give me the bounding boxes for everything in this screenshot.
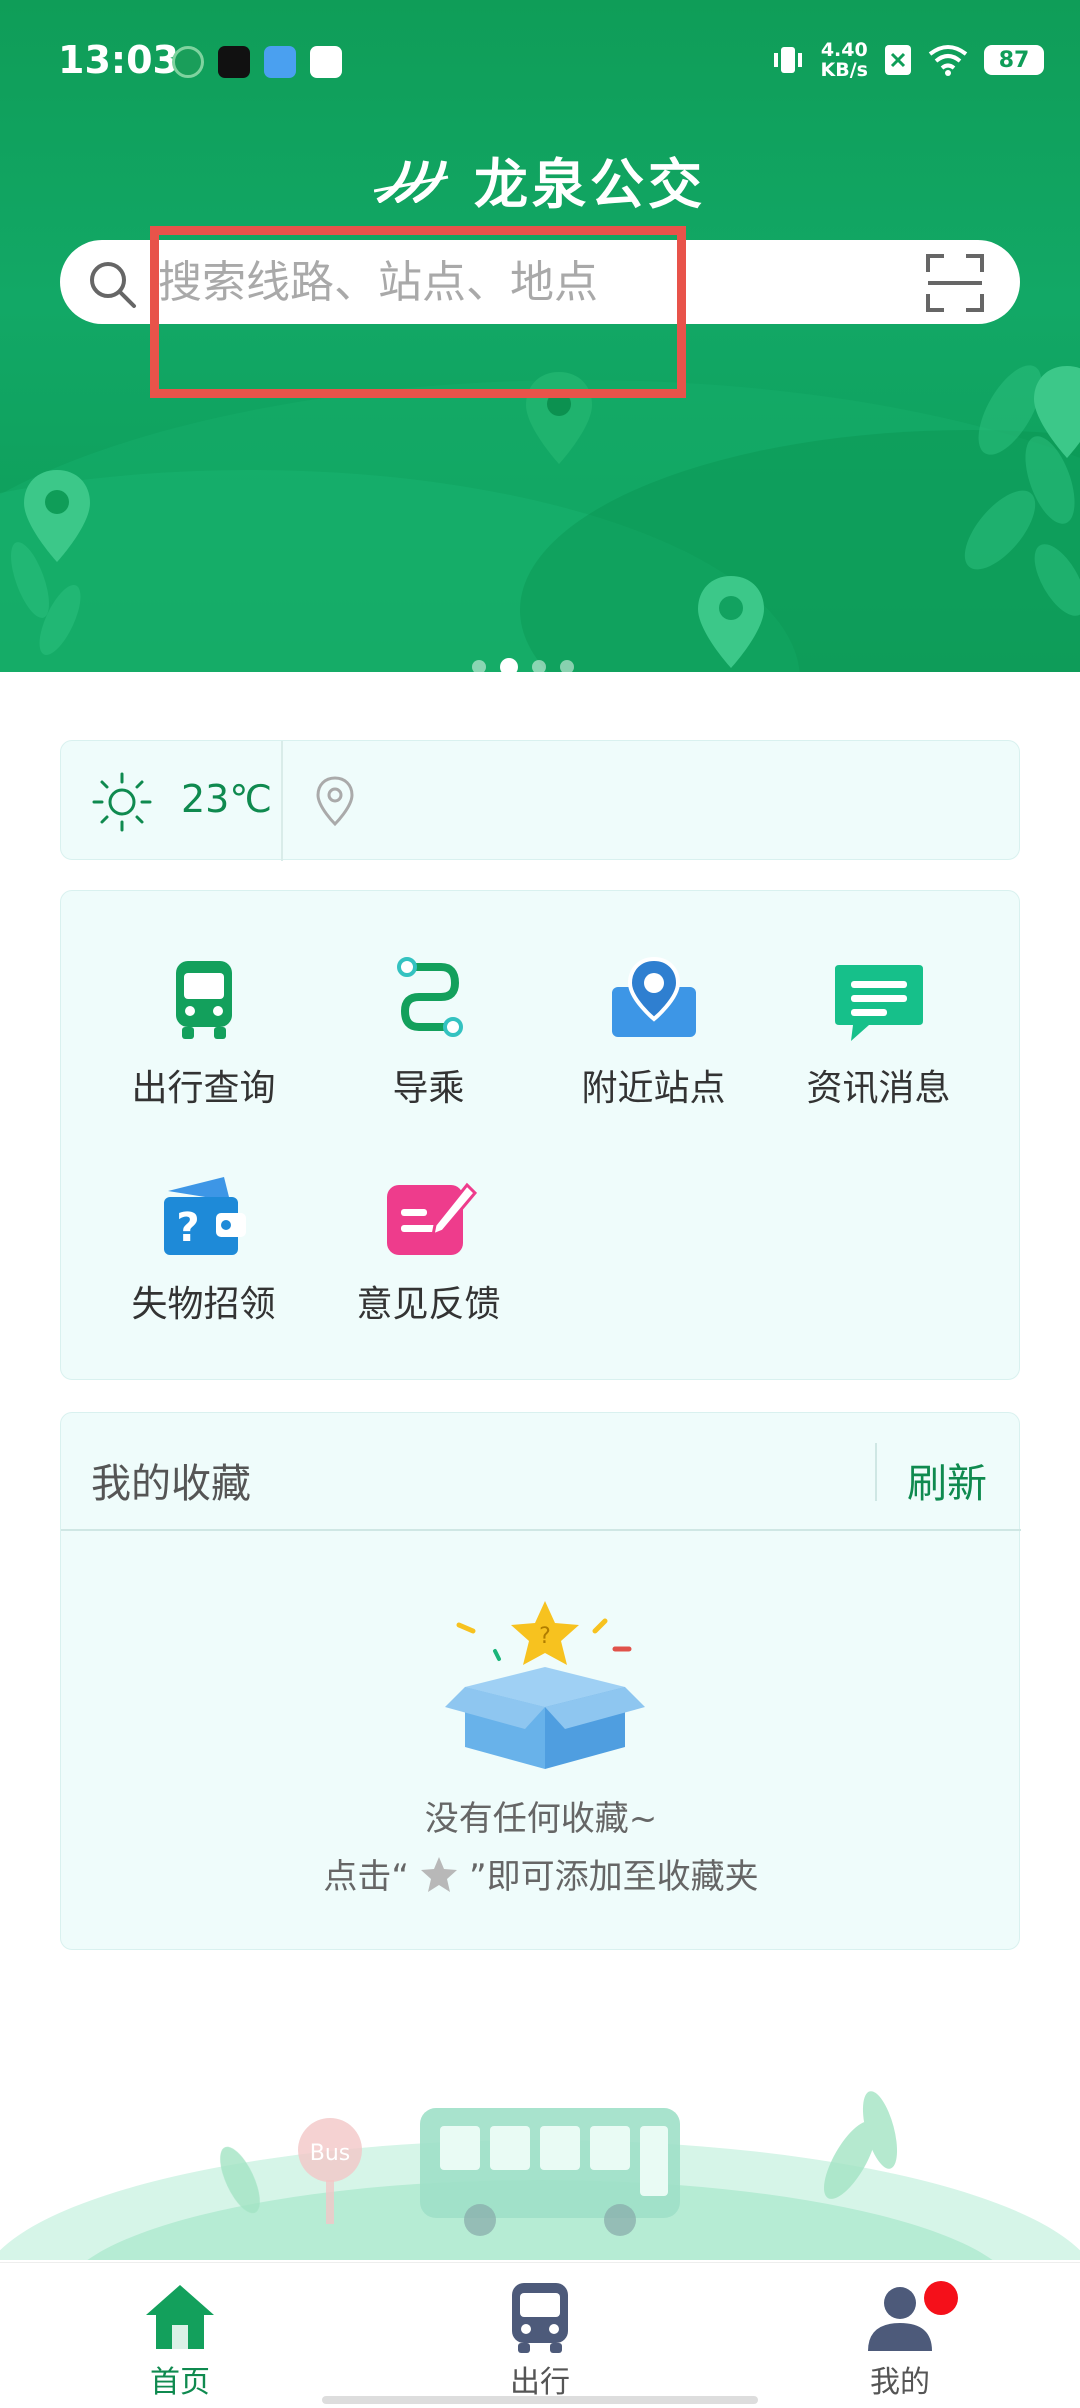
- tab-travel[interactable]: 出行: [440, 2279, 640, 2400]
- svg-text:?: ?: [176, 1205, 199, 1251]
- favorites-card: 我的收藏 刷新 ? 没有任何收藏~ 点击“ ”即可添加至收藏夹: [60, 1412, 1021, 1950]
- status-time: 13:03: [58, 38, 179, 82]
- temperature: 23℃: [181, 777, 273, 821]
- quick-menu: 出行查询 导乘 附近站点 资讯消息 ? 失物招领 意见反馈: [60, 890, 1020, 1380]
- menu-item-label: 导乘: [392, 1068, 465, 1109]
- vibrate-icon: [773, 47, 802, 73]
- carousel-dot[interactable]: [472, 660, 486, 674]
- star-icon: [421, 1856, 457, 1892]
- empty-box-icon: ?: [445, 1601, 645, 1769]
- browser-icon: [264, 46, 296, 78]
- menu-item-label: 意见反馈: [356, 1284, 501, 1325]
- empty-hint-suffix: ”即可添加至收藏夹: [469, 1857, 759, 1897]
- favorites-title: 我的收藏: [91, 1461, 251, 1507]
- empty-message: 没有任何收藏~: [424, 1799, 658, 1839]
- menu-item-label: 附近站点: [581, 1068, 726, 1109]
- menu-item-nearby-stops[interactable]: 附近站点: [541, 951, 766, 1131]
- app-title: 龙泉公交: [474, 153, 706, 216]
- menu-item-label: 出行查询: [131, 1068, 276, 1109]
- route-icon: [396, 957, 463, 1037]
- svg-text:?: ?: [539, 1624, 551, 1649]
- message-app-icon: [310, 46, 342, 78]
- scan-icon[interactable]: [926, 254, 984, 312]
- app-notification-icon: [172, 46, 204, 78]
- tab-home[interactable]: 首页: [80, 2279, 280, 2400]
- tiktok-icon: [218, 46, 250, 78]
- tab-label: 出行: [510, 2365, 570, 2400]
- weather-card: 23℃: [60, 740, 1020, 861]
- search-icon: [90, 262, 136, 308]
- home-icon: [146, 2285, 214, 2349]
- message-icon: [834, 965, 923, 1041]
- app-logo-icon: [374, 159, 449, 203]
- favorites-header: 我的收藏 刷新: [61, 1413, 1021, 1531]
- bus-icon: [512, 2283, 568, 2353]
- notification-badge: [924, 2281, 958, 2315]
- divider: [281, 741, 283, 861]
- notification-icons: [172, 46, 342, 78]
- sun-icon: [92, 772, 152, 832]
- divider: [875, 1443, 877, 1501]
- map-pin-icon: [1034, 366, 1080, 458]
- map-pin-icon: [698, 576, 764, 668]
- menu-item-feedback[interactable]: 意见反馈: [316, 1167, 541, 1347]
- network-speed-unit: KB/s: [820, 59, 868, 81]
- network-speed: 4.40 KB/s: [821, 40, 868, 80]
- bus-illustration: Bus: [0, 2091, 1080, 2260]
- menu-item-trip-query[interactable]: 出行查询: [91, 951, 316, 1131]
- menu-item-news[interactable]: 资讯消息: [766, 951, 991, 1131]
- location-icon[interactable]: [315, 775, 355, 827]
- highlight-box: [150, 226, 686, 398]
- carousel-dot[interactable]: [560, 660, 574, 674]
- feedback-icon: [386, 1182, 477, 1255]
- status-right: 4.40 KB/s 87: [771, 40, 1044, 80]
- bottom-tab-bar: 首页 出行 我的: [0, 2262, 1080, 2408]
- tab-label: 首页: [150, 2365, 210, 2400]
- wifi-icon: [928, 45, 968, 76]
- bus-icon: [175, 961, 232, 1039]
- carousel-dot[interactable]: [532, 660, 546, 674]
- tab-label: 我的: [870, 2365, 930, 2400]
- empty-hint-prefix: 点击“: [323, 1857, 409, 1897]
- carousel-dot-active[interactable]: [500, 658, 518, 676]
- menu-item-guide[interactable]: 导乘: [316, 951, 541, 1131]
- menu-item-label: 失物招领: [131, 1284, 276, 1325]
- nearby-stop-icon: [611, 956, 696, 1037]
- map-pin-icon: [24, 470, 90, 562]
- battery-icon: 87: [984, 45, 1044, 75]
- lost-found-icon: ?: [163, 1177, 246, 1255]
- no-sim-icon: [885, 45, 911, 75]
- gesture-home-bar[interactable]: [322, 2396, 758, 2404]
- network-speed-value: 4.40: [820, 39, 868, 61]
- tab-profile[interactable]: 我的: [800, 2279, 1000, 2400]
- refresh-button[interactable]: 刷新: [907, 1451, 987, 1509]
- empty-hint: 点击“ ”即可添加至收藏夹: [61, 1849, 1021, 1898]
- banner-carousel-indicator[interactable]: [472, 658, 574, 676]
- menu-item-label: 资讯消息: [806, 1068, 951, 1109]
- menu-item-lost-found[interactable]: ? 失物招领: [91, 1167, 316, 1347]
- bus-stop-sign-text: Bus: [310, 2141, 351, 2166]
- app-brand: 龙泉公交: [0, 140, 1080, 219]
- status-bar: 13:03 4.40 KB/s 87: [0, 0, 1080, 126]
